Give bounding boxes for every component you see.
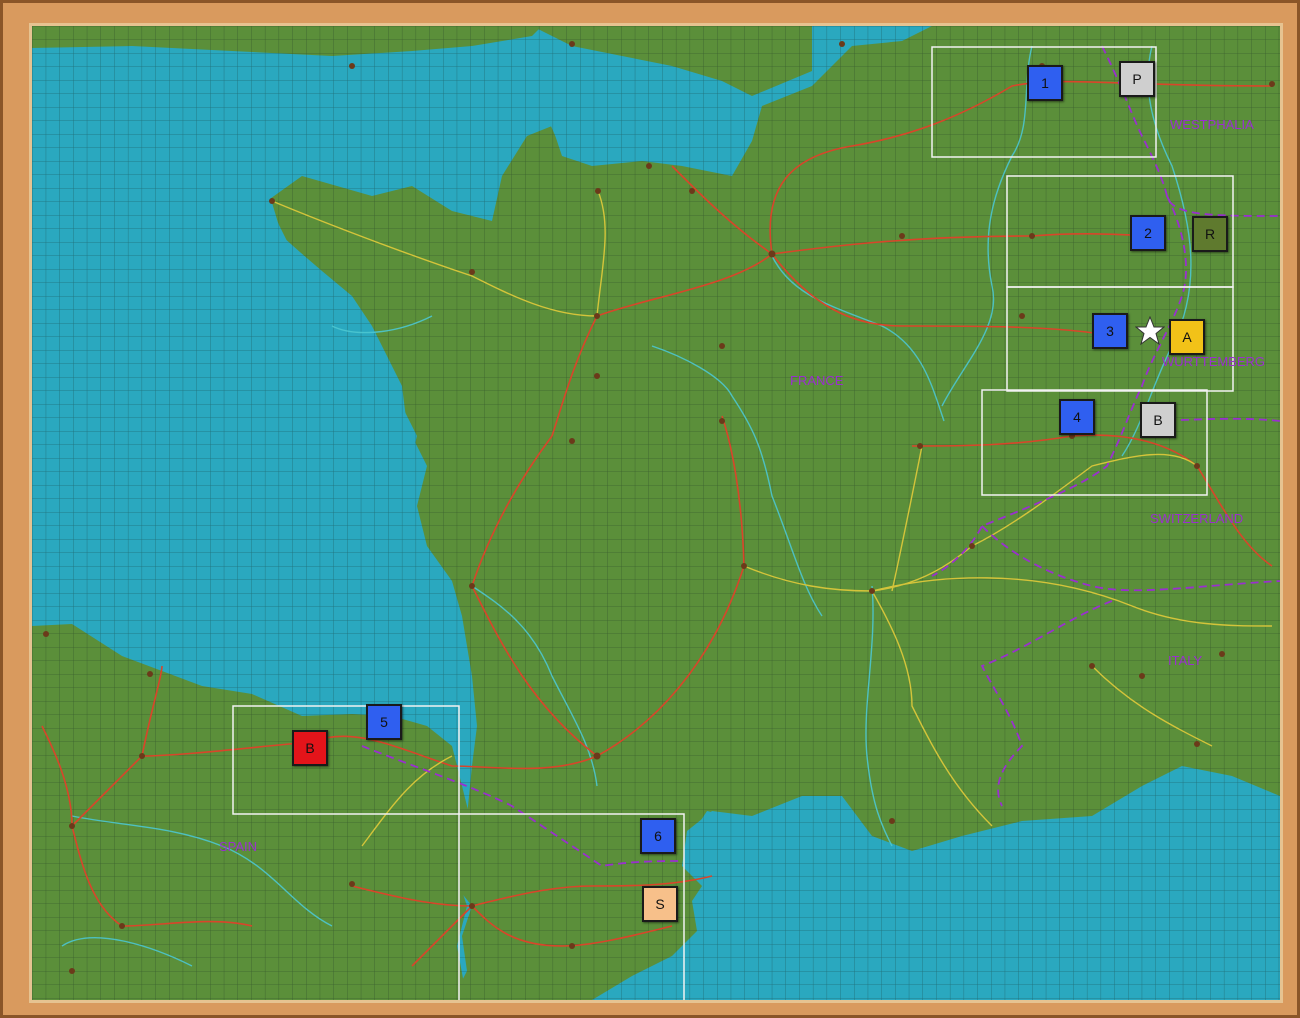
french-corps-6-counter[interactable]: 6	[640, 818, 676, 854]
map-board: WESTPHALIA FRANCE WURTTEMBERG SWITZERLAN…	[29, 23, 1283, 1003]
map-frame: WESTPHALIA FRANCE WURTTEMBERG SWITZERLAN…	[0, 0, 1300, 1018]
russia-counter[interactable]: R	[1192, 216, 1228, 252]
label-switzerland: SWITZERLAND	[1150, 511, 1244, 526]
prussia-counter[interactable]: P	[1119, 61, 1155, 97]
label-wurttemberg: WURTTEMBERG	[1162, 354, 1266, 369]
star-icon[interactable]	[1135, 316, 1165, 346]
bavaria-counter[interactable]: B	[1140, 402, 1176, 438]
spain-counter[interactable]: S	[642, 886, 678, 922]
label-westphalia: WESTPHALIA	[1170, 117, 1254, 132]
french-corps-1-counter[interactable]: 1	[1027, 65, 1063, 101]
french-corps-5-counter[interactable]: 5	[366, 704, 402, 740]
french-corps-4-counter[interactable]: 4	[1059, 399, 1095, 435]
label-france: FRANCE	[790, 373, 844, 388]
french-corps-2-counter[interactable]: 2	[1130, 215, 1166, 251]
label-spain: SPAIN	[219, 839, 258, 854]
britain-counter[interactable]: B	[292, 730, 328, 766]
label-italy: ITALY	[1168, 653, 1203, 668]
french-corps-3-counter[interactable]: 3	[1092, 313, 1128, 349]
austria-counter[interactable]: A	[1169, 319, 1205, 355]
